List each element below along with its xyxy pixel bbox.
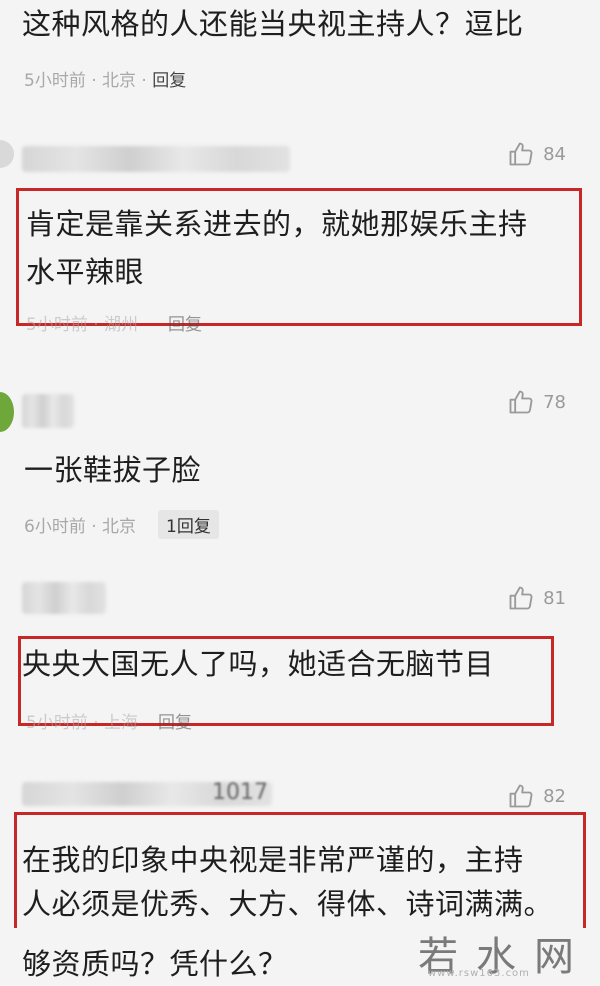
comment-1-reply-button[interactable]: 回复 — [152, 71, 186, 91]
blurred-username[interactable] — [22, 582, 106, 614]
comment-4-meta: 5小时前 · 上海 回复 — [26, 708, 192, 733]
like-button[interactable]: 84 — [507, 140, 566, 168]
like-button[interactable]: 82 — [507, 782, 566, 810]
blurred-username[interactable] — [22, 146, 290, 172]
comment-5-text-line1: 在我的印象中央视是非常严谨的，主持 — [22, 843, 524, 877]
comment-2-reply-button[interactable]: 回复 — [168, 315, 202, 335]
like-count: 78 — [543, 391, 566, 413]
comment-2-text-line2: 水平辣眼 — [26, 255, 145, 289]
thumbs-up-icon — [509, 784, 533, 808]
comment-2-meta: 5小时前 · 湖州 回复 — [26, 310, 202, 335]
comment-3-reply-button[interactable]: 1回复 — [158, 510, 219, 539]
thumbs-up-icon — [509, 586, 533, 610]
like-button[interactable]: 78 — [507, 388, 566, 416]
like-count: 84 — [543, 143, 566, 165]
like-count: 82 — [543, 785, 566, 807]
comment-1-text: 这种风格的人还能当央视主持人？逗比 — [22, 7, 524, 41]
comment-2-time: 5小时前 · 湖州 — [26, 315, 139, 335]
comment-4-time: 5小时前 · 上海 — [26, 713, 139, 733]
comment-3-meta: 6小时前 · 北京 1回复 — [24, 510, 219, 539]
blurred-username[interactable] — [22, 394, 74, 428]
avatar[interactable] — [0, 392, 14, 432]
like-count: 81 — [543, 587, 566, 609]
comment-5-text-line3: 够资质吗？凭什么？ — [22, 947, 288, 981]
comment-1-time: 5小时前 · 北京 — [24, 71, 137, 91]
comment-5-text-line2: 人必须是优秀、大方、得体、诗词满满。 — [22, 887, 554, 921]
like-button[interactable]: 81 — [507, 584, 566, 612]
comment-4-text: 央央大国无人了吗，她适合无脑节目 — [22, 647, 495, 681]
comment-1-meta: 5小时前 · 北京 · 回复 — [24, 71, 187, 91]
comment-3-text: 一张鞋拔子脸 — [24, 453, 202, 487]
username-partial: 1017 — [212, 780, 268, 805]
comment-2-text-line1: 肯定是靠关系进去的，就她那娱乐主持 — [26, 207, 528, 241]
watermark-url: www.rsw163.com — [428, 968, 530, 979]
thumbs-up-icon — [509, 390, 533, 414]
avatar[interactable] — [0, 140, 14, 168]
comment-3-time: 6小时前 · 北京 — [24, 517, 137, 537]
comment-4-reply-button[interactable]: 回复 — [158, 713, 192, 733]
thumbs-up-icon — [509, 142, 533, 166]
